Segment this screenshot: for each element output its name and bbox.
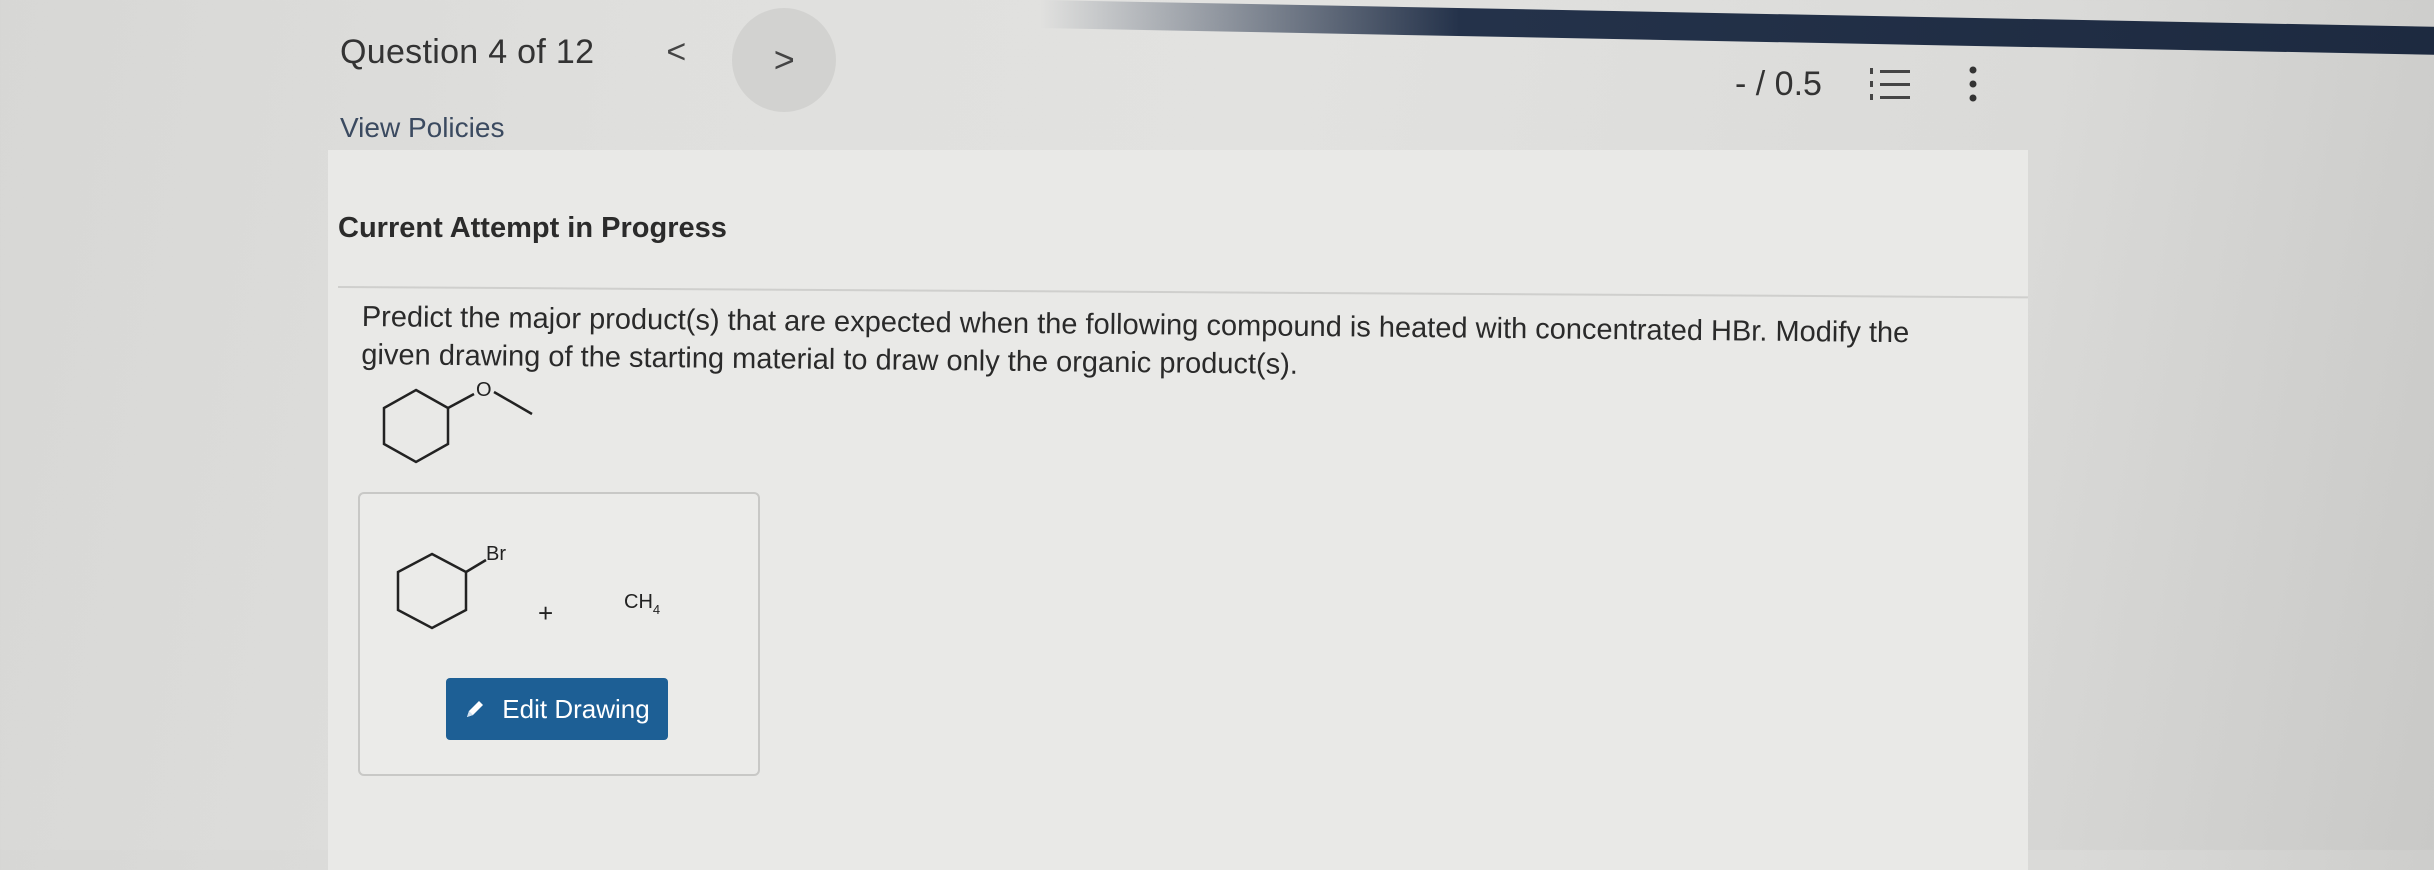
numbered-list-icon[interactable] (1868, 64, 1912, 104)
top-dark-band (1040, 0, 2434, 55)
question-counter: Question 4 of 12 (340, 32, 595, 71)
edit-drawing-label: Edit Drawing (502, 693, 650, 724)
plus-sign: + (538, 598, 553, 628)
cyclohexane-ring (382, 388, 450, 464)
score-area: - / 0.5 (1735, 64, 1980, 104)
product-cyclohexane-ring (396, 552, 468, 630)
chevron-left-icon[interactable]: < (656, 33, 696, 72)
starting-material-structure: O (382, 379, 533, 464)
methane-subscript: 4 (653, 602, 660, 617)
answer-drawing-box: Br + CH4 Edit Drawing (358, 492, 760, 776)
attempt-heading: Current Attempt in Progress (338, 212, 727, 244)
methane-label: CH4 (624, 591, 660, 617)
view-policies-link[interactable]: View Policies (340, 112, 504, 144)
chevron-right-icon[interactable]: > (732, 8, 837, 112)
edit-drawing-button[interactable]: Edit Drawing (446, 678, 668, 740)
oxygen-label: O (476, 379, 492, 401)
score-value: - / 0.5 (1735, 64, 1822, 103)
next-glyph: > (773, 39, 795, 80)
product-drawing: Br + CH4 (396, 543, 660, 630)
page: Question 4 of 12 < > View Policies - / 0… (0, 0, 2434, 870)
pencil-icon (467, 701, 484, 717)
question-nav: Question 4 of 12 < > (340, 8, 837, 112)
vertical-ellipsis-icon[interactable] (1966, 64, 1980, 104)
bromine-label: Br (486, 543, 506, 565)
methane-ch: CH (624, 591, 653, 613)
